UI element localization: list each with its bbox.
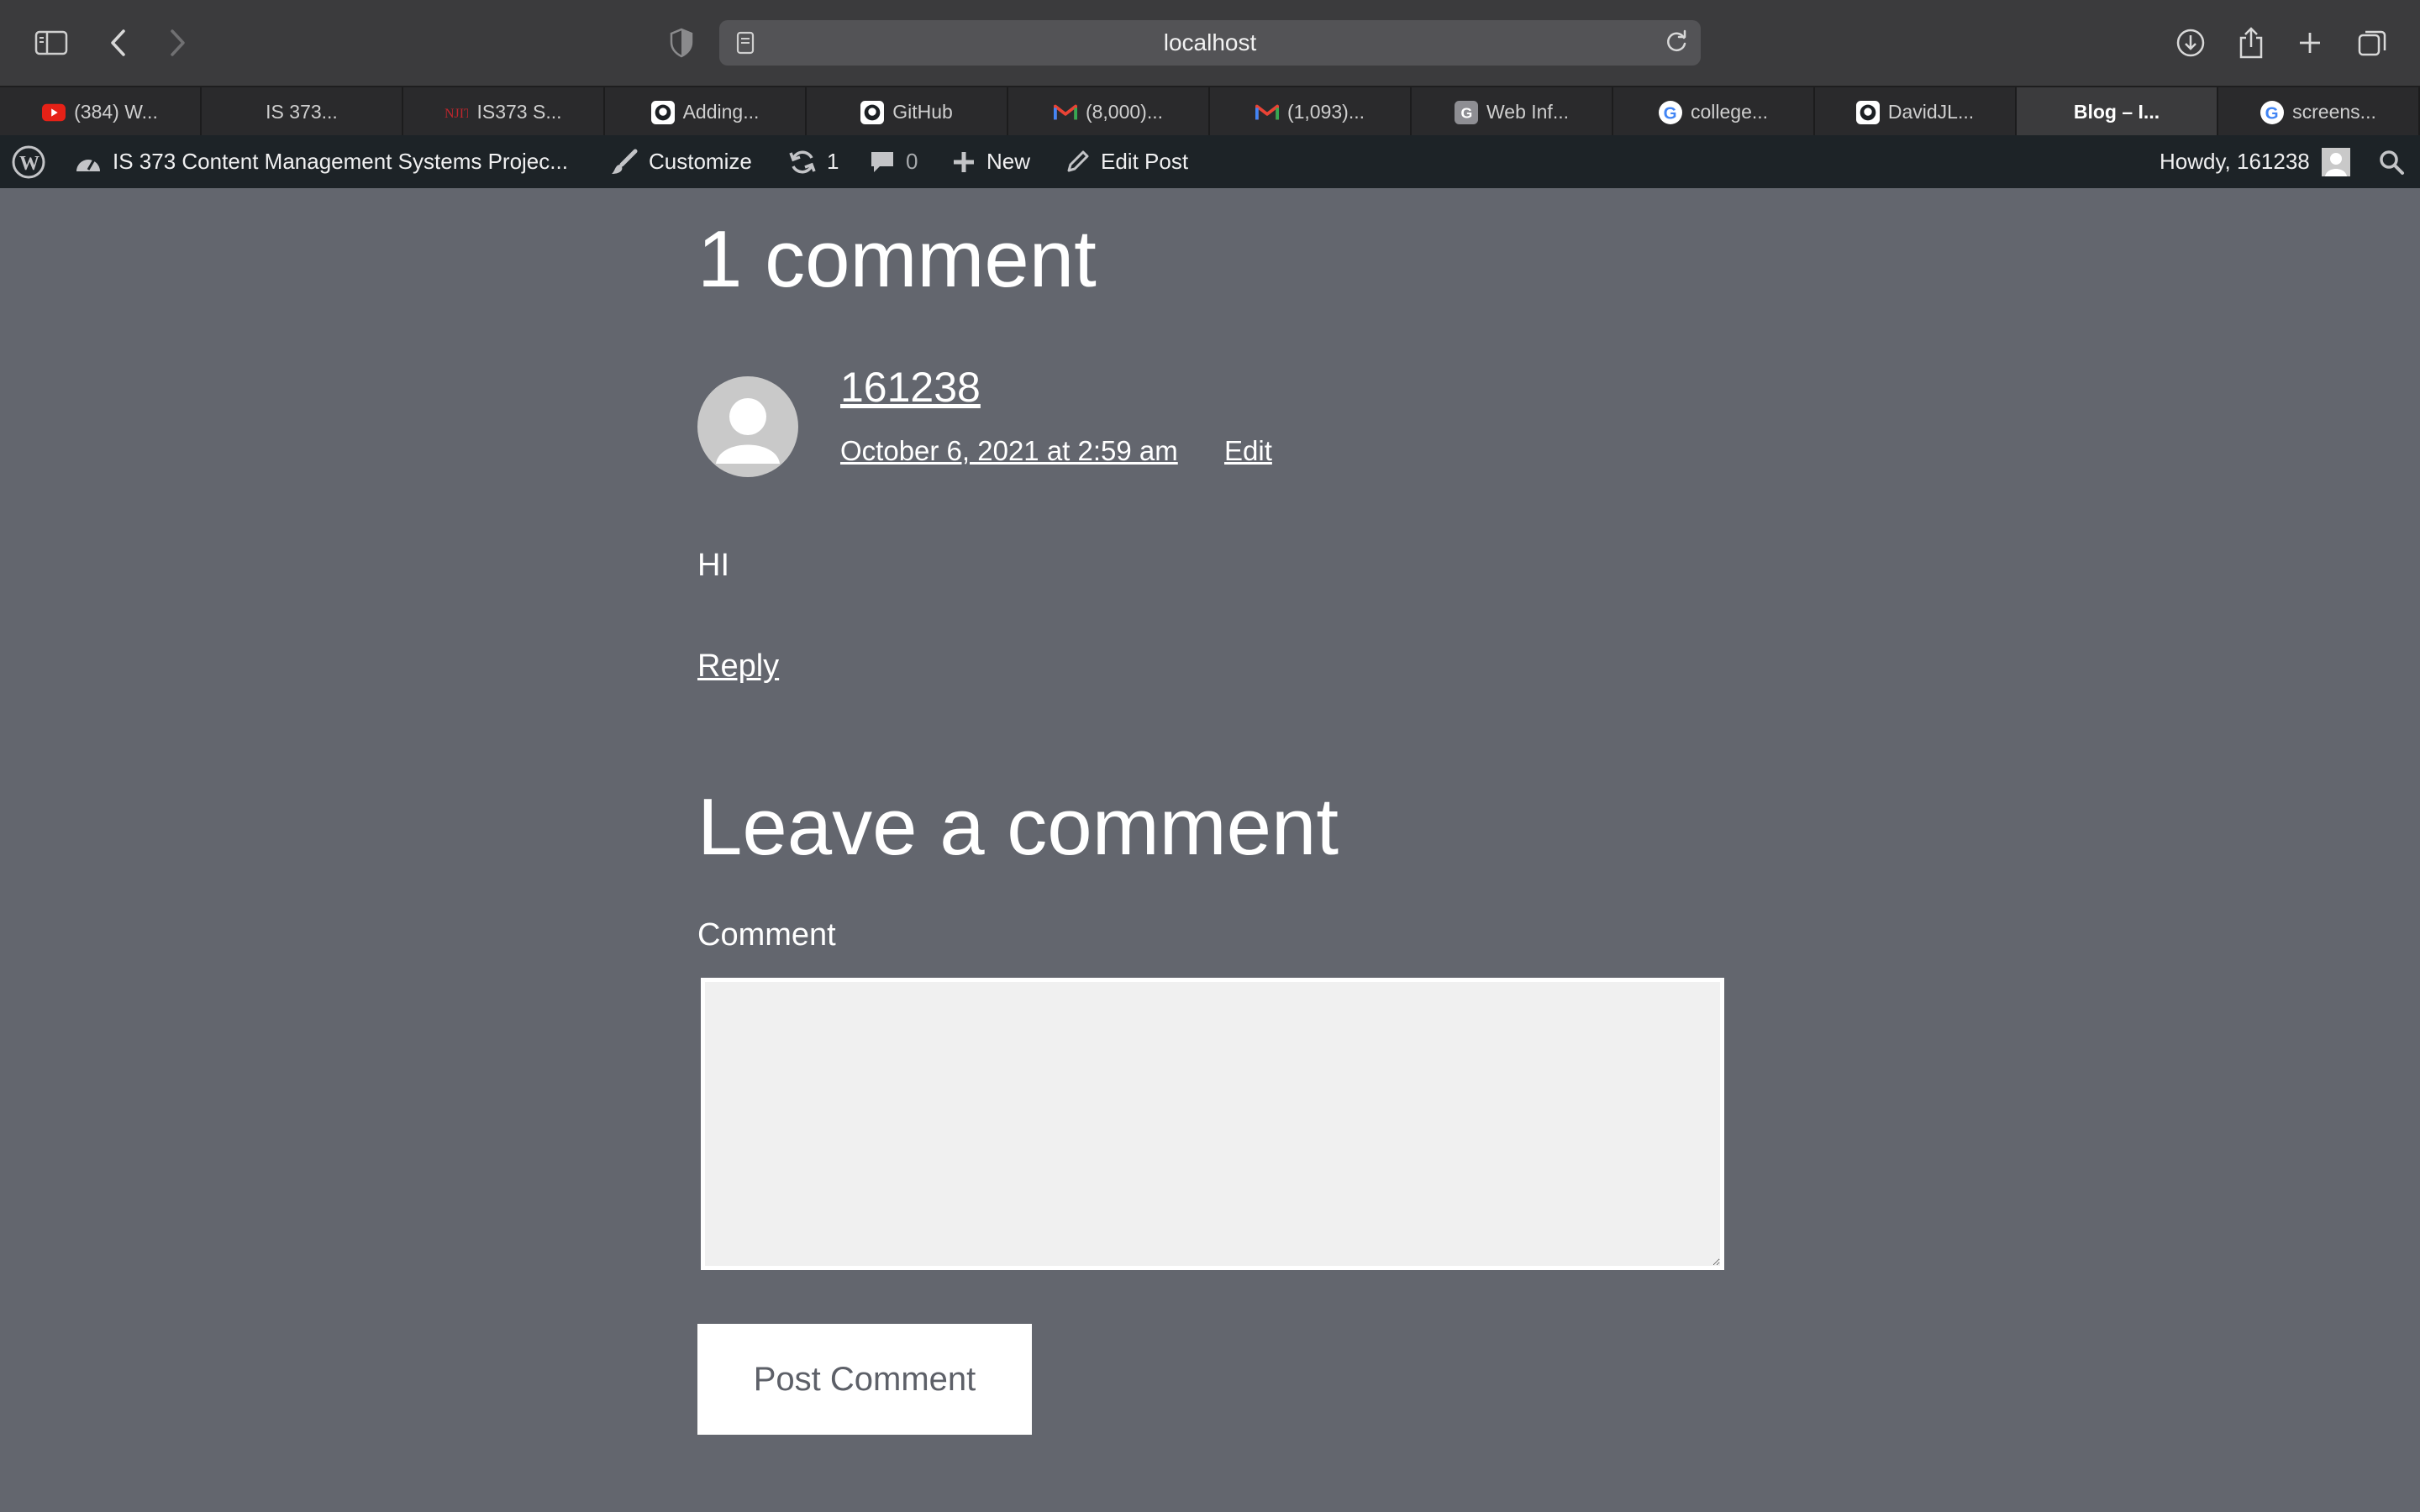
tab-gmail-2[interactable]: (1,093)... xyxy=(1210,87,1412,137)
customize-button[interactable]: Customize xyxy=(610,135,752,188)
tab-blog-active[interactable]: Blog – I... xyxy=(2017,87,2218,137)
browser-toolbar: localhost xyxy=(0,0,2420,86)
njit-icon: NJIT xyxy=(445,101,468,124)
github-icon xyxy=(1855,100,1880,124)
search-icon xyxy=(2380,150,2404,175)
gmail-icon xyxy=(1255,101,1279,124)
svg-text:G: G xyxy=(2265,103,2279,123)
comment-author-link[interactable]: 161238 xyxy=(840,363,981,412)
tab-bar: (384) W... IS 373... NJIT IS373 S... Add… xyxy=(0,86,2420,137)
user-avatar-icon xyxy=(716,398,780,464)
comment-field-label: Comment xyxy=(697,917,836,953)
edit-post-button[interactable]: Edit Post xyxy=(1064,135,1188,188)
comment-date-link[interactable]: October 6, 2021 at 2:59 am xyxy=(840,435,1178,467)
downloads-button[interactable] xyxy=(2170,22,2212,64)
chevron-right-icon xyxy=(171,29,185,56)
back-button[interactable] xyxy=(97,22,139,64)
chevron-left-icon xyxy=(111,29,125,56)
gmail-icon xyxy=(1053,101,1077,124)
leave-comment-title: Leave a comment xyxy=(697,782,1339,872)
tab-overview-button[interactable] xyxy=(2351,22,2393,64)
wp-admin-bar: W IS 373 Content Management Systems Proj… xyxy=(0,135,2420,188)
reply-link[interactable]: Reply xyxy=(697,648,779,685)
svg-text:NJIT: NJIT xyxy=(445,107,468,121)
tab-github[interactable]: GitHub xyxy=(807,87,1008,137)
tab-college[interactable]: G college... xyxy=(1613,87,1815,137)
github-icon xyxy=(650,100,675,124)
download-icon xyxy=(2176,29,2205,57)
tab-is373-s[interactable]: NJIT IS373 S... xyxy=(403,87,605,137)
share-icon xyxy=(2239,27,2263,59)
svg-text:G: G xyxy=(1460,104,1472,121)
wordpress-icon: W xyxy=(12,145,45,178)
tab-overview-icon xyxy=(2358,30,2386,56)
github-icon xyxy=(860,100,885,124)
comments-button[interactable]: 0 xyxy=(869,135,918,188)
user-avatar-icon xyxy=(2321,147,2350,176)
tab-is373[interactable]: IS 373... xyxy=(202,87,403,137)
tab-web-inf[interactable]: G Web Inf... xyxy=(1412,87,1613,137)
wordpress-logo-button[interactable]: W xyxy=(12,135,55,188)
comment-textarea[interactable] xyxy=(701,978,1724,1270)
sidebar-toggle-button[interactable] xyxy=(30,22,72,64)
site-name-menu[interactable]: IS 373 Content Management Systems Projec… xyxy=(74,135,568,188)
new-tab-button[interactable] xyxy=(2289,22,2331,64)
comment-bubble-icon xyxy=(871,151,893,172)
new-content-button[interactable]: New xyxy=(951,135,1030,188)
comments-title: 1 comment xyxy=(697,214,1097,304)
tab-davidjl[interactable]: DavidJL... xyxy=(1815,87,2017,137)
updates-icon xyxy=(789,150,816,173)
google-icon: G xyxy=(2260,100,2285,124)
comment-edit-link[interactable]: Edit xyxy=(1224,435,1272,467)
privacy-shield-button[interactable] xyxy=(660,22,702,64)
share-button[interactable] xyxy=(2230,22,2272,64)
post-comment-button[interactable]: Post Comment xyxy=(697,1324,1032,1435)
g-letter-icon: G xyxy=(1454,100,1478,124)
youtube-icon xyxy=(42,101,66,124)
account-menu[interactable]: Howdy, 161238 xyxy=(2160,135,2360,188)
svg-text:W: W xyxy=(19,153,39,175)
address-bar[interactable]: localhost xyxy=(719,20,1701,66)
reload-icon[interactable] xyxy=(1664,29,1689,59)
forward-button[interactable] xyxy=(156,22,198,64)
sidebar-icon xyxy=(34,30,68,55)
dashboard-icon xyxy=(76,158,100,171)
tab-adding[interactable]: Adding... xyxy=(605,87,807,137)
paintbrush-icon xyxy=(612,149,638,174)
tab-gmail-1[interactable]: (8,000)... xyxy=(1008,87,1210,137)
shield-icon xyxy=(670,28,693,58)
plus-icon xyxy=(954,151,974,172)
comment-body: HI xyxy=(697,548,729,583)
admin-search-button[interactable] xyxy=(2378,135,2415,188)
comment-author-avatar xyxy=(697,376,798,477)
tab-youtube[interactable]: (384) W... xyxy=(0,87,202,137)
google-icon: G xyxy=(1658,100,1682,124)
plus-icon xyxy=(2300,33,2320,53)
pencil-icon xyxy=(1067,150,1089,171)
updates-button[interactable]: 1 xyxy=(788,135,839,188)
url-text: localhost xyxy=(1163,29,1257,55)
svg-text:G: G xyxy=(1664,103,1677,123)
page-icon xyxy=(736,31,755,59)
tab-screens[interactable]: G screens... xyxy=(2218,87,2420,137)
